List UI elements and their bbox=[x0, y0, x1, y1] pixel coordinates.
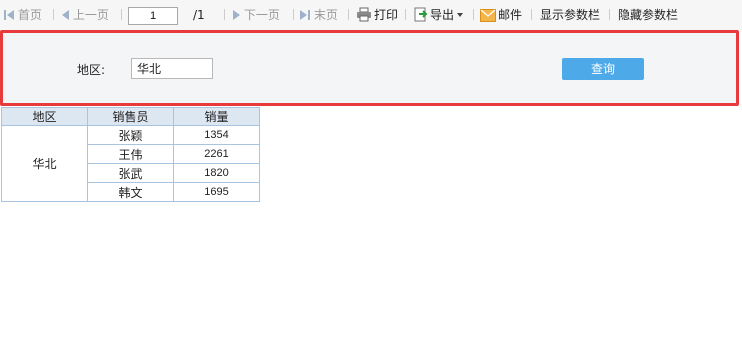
mail-label: 邮件 bbox=[498, 8, 523, 22]
print-label: 打印 bbox=[374, 8, 399, 22]
show-params-button[interactable]: 显示参数栏 bbox=[540, 6, 600, 24]
salesperson-cell: 王伟 bbox=[87, 144, 174, 164]
table-row: 华北 张颖 1354 bbox=[1, 125, 260, 202]
mail-button[interactable]: 邮件 bbox=[480, 6, 522, 24]
toolbar-divider bbox=[473, 9, 474, 20]
print-button[interactable]: 打印 bbox=[356, 6, 398, 24]
export-button[interactable]: 导出 bbox=[414, 6, 464, 24]
first-page-arrow-icon bbox=[7, 10, 14, 20]
report-table: 地区 销售员 销量 华北 张颖 1354 王伟 2261 张武 1820 韩文 … bbox=[1, 107, 260, 202]
prev-page-icon bbox=[62, 10, 69, 20]
table-header-row: 地区 销售员 销量 bbox=[1, 107, 260, 126]
toolbar-divider bbox=[348, 9, 349, 20]
report-toolbar: 首页 上一页 /1 下一页 末页 打印 导出 邮件 bbox=[0, 0, 742, 30]
last-page-button[interactable]: 末页 bbox=[300, 6, 338, 24]
parameter-panel: 地区: 查询 bbox=[0, 30, 739, 106]
next-page-icon bbox=[233, 10, 240, 20]
sales-cell: 1354 bbox=[173, 125, 260, 145]
next-page-label: 下一页 bbox=[243, 8, 280, 22]
last-page-icon bbox=[308, 10, 310, 20]
salesperson-cell: 韩文 bbox=[87, 182, 174, 202]
first-page-label: 首页 bbox=[17, 8, 42, 22]
header-sales: 销量 bbox=[173, 107, 260, 126]
export-label: 导出 bbox=[430, 8, 455, 22]
toolbar-divider bbox=[405, 9, 406, 20]
last-page-label: 末页 bbox=[313, 8, 338, 22]
header-region: 地区 bbox=[1, 107, 88, 126]
toolbar-divider bbox=[293, 9, 294, 20]
toolbar-divider bbox=[121, 9, 122, 20]
query-button[interactable]: 查询 bbox=[562, 58, 644, 80]
last-page-arrow-icon bbox=[300, 10, 307, 20]
chevron-down-icon bbox=[457, 13, 464, 17]
first-page-icon bbox=[4, 10, 6, 20]
region-cell: 华北 bbox=[1, 125, 88, 202]
toolbar-divider bbox=[53, 9, 54, 20]
prev-page-label: 上一页 bbox=[72, 8, 109, 22]
page-number-input[interactable] bbox=[128, 7, 178, 25]
sales-cell: 1695 bbox=[173, 182, 260, 202]
salesperson-cell: 张武 bbox=[87, 163, 174, 183]
salesperson-cell: 张颖 bbox=[87, 125, 174, 145]
region-input[interactable] bbox=[131, 58, 213, 79]
first-page-button[interactable]: 首页 bbox=[4, 6, 42, 24]
mail-icon bbox=[480, 9, 496, 22]
page-total: /1 bbox=[193, 8, 205, 22]
toolbar-divider bbox=[224, 9, 225, 20]
sales-cell: 2261 bbox=[173, 144, 260, 164]
hide-params-button[interactable]: 隐藏参数栏 bbox=[618, 6, 678, 24]
toolbar-divider bbox=[531, 9, 532, 20]
toolbar-divider bbox=[609, 9, 610, 20]
prev-page-button[interactable]: 上一页 bbox=[62, 6, 109, 24]
sales-cell: 1820 bbox=[173, 163, 260, 183]
header-salesperson: 销售员 bbox=[87, 107, 174, 126]
printer-icon bbox=[357, 7, 371, 22]
next-page-button[interactable]: 下一页 bbox=[233, 6, 280, 24]
region-label: 地区: bbox=[77, 63, 106, 77]
export-icon bbox=[414, 7, 428, 22]
